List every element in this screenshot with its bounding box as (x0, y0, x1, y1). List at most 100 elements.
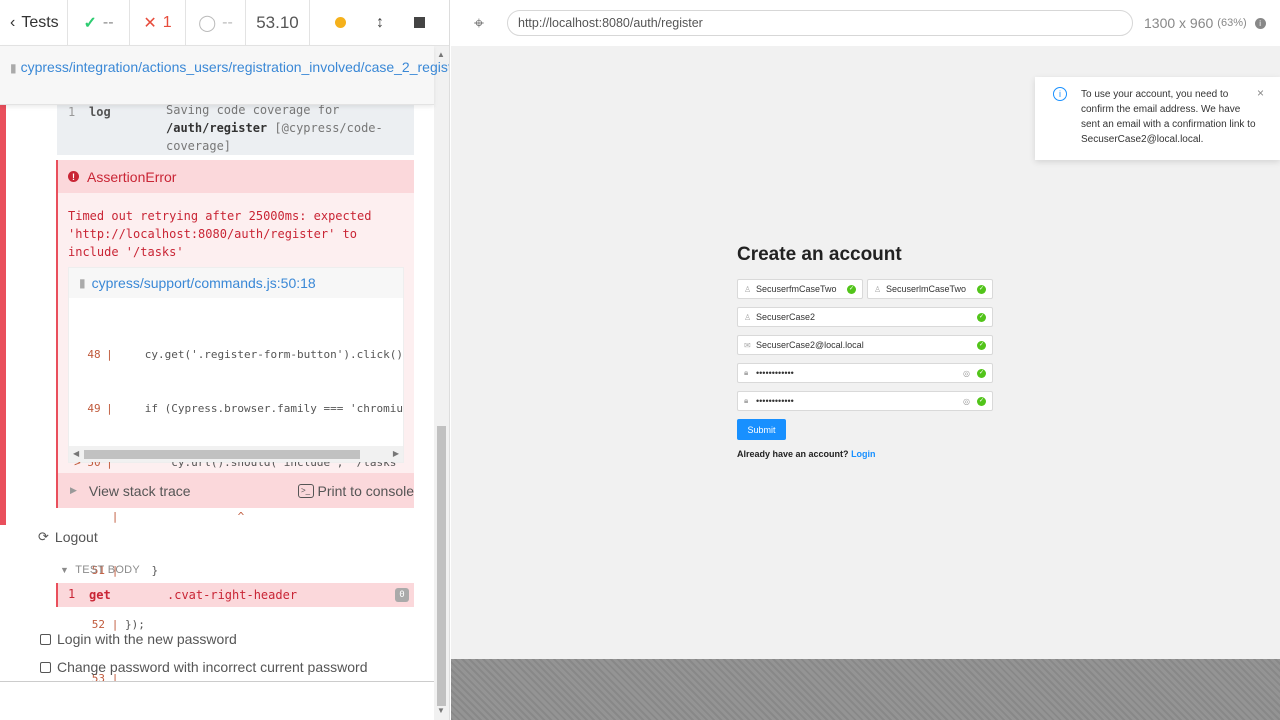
tests-back-button[interactable]: ‹ Tests (0, 0, 68, 46)
duration: 53.10 (246, 0, 310, 46)
command-message: .cvat-right-header (167, 588, 298, 602)
view-stack-trace-toggle[interactable]: ▶ View stack trace (70, 483, 191, 499)
register-form: Create an account ♙ SecuserfmCaseTwo ✓ ♙… (737, 244, 993, 459)
test-body-header[interactable]: ▼ TEST BODY (60, 564, 140, 576)
element-count-badge: 0 (395, 588, 409, 602)
spec-file-header: ▮ cypress/integration/actions_users/regis… (0, 46, 449, 105)
spec-path-link[interactable]: cypress/integration/actions_users/regist… (21, 59, 449, 75)
failed-count: ✕ 1 (130, 0, 186, 46)
command-log-row[interactable]: 1 log Saving code coverage for /auth/reg… (57, 105, 414, 155)
aut-header: ⌖ http://localhost:8080/auth/register 13… (451, 0, 1280, 46)
line-code: if (Cypress.browser.family === 'chromiu (118, 402, 403, 415)
pending-circle-icon: ◯ (198, 14, 217, 32)
test-title: Change password with incorrect current p… (57, 659, 368, 675)
first-name-field[interactable]: ♙ SecuserfmCaseTwo ✓ (737, 279, 863, 299)
stop-button[interactable] (414, 17, 425, 28)
login-link[interactable]: Login (851, 449, 876, 459)
logout-label: Logout (54, 529, 98, 545)
code-horizontal-scrollbar[interactable]: ◀ ▶ (69, 446, 403, 462)
check-circle-icon: ✓ (977, 312, 986, 322)
scrollbar-thumb[interactable] (84, 450, 360, 459)
aut-background-hatch (451, 659, 1280, 720)
username-value: SecuserCase2 (756, 312, 816, 322)
password-confirm-value: •••••••••••• (756, 396, 794, 406)
password-confirm-row: 🔒︎ •••••••••••• ◎ ✓ (737, 391, 993, 411)
test-body-label: TEST BODY (75, 564, 141, 576)
run-controls: ↕ (310, 0, 449, 46)
failed-value: 1 (162, 13, 172, 31)
eye-invisible-icon[interactable]: ◎ (963, 397, 970, 406)
tests-label: Tests (21, 13, 59, 31)
command-name: get (89, 588, 111, 602)
username-field[interactable]: ♙ SecuserCase2 ✓ (737, 307, 993, 327)
file-icon: ▮ (10, 61, 17, 75)
failed-test-indicator (0, 105, 6, 525)
password-field[interactable]: 🔒︎ •••••••••••• ◎ ✓ (737, 363, 993, 383)
print-to-console-label: Print to console (317, 482, 415, 499)
caret-right-icon: ▶ (70, 485, 77, 495)
chevron-left-icon: ‹ (10, 13, 16, 31)
hook-logout[interactable]: ⟳ Logout (38, 529, 98, 545)
scroll-left-icon[interactable]: ◀ (73, 449, 79, 458)
email-value: SecuserCase2@local.local (756, 340, 864, 350)
name-row: ♙ SecuserfmCaseTwo ✓ ♙ SecuserlmCaseTwo … (737, 279, 993, 299)
line-number: 49 (87, 402, 101, 415)
have-account-text: Already have an account? Login (737, 449, 876, 459)
code-line: 49 | if (Cypress.browser.family === 'chro… (69, 400, 403, 418)
x-icon: ✕ (143, 14, 157, 32)
error-footer: ▶ View stack trace >_ Print to console (58, 473, 414, 508)
selector-playground-button[interactable]: ⌖ (451, 0, 507, 46)
scroll-toggle-icon[interactable]: ↕ (376, 14, 384, 32)
user-icon: ♙ (744, 312, 752, 322)
notification-text: To use your account, you need to confirm… (1081, 89, 1256, 145)
eye-invisible-icon[interactable]: ◎ (963, 369, 970, 378)
pending-value: -- (222, 13, 233, 31)
scroll-right-icon[interactable]: ▶ (393, 449, 399, 458)
have-account-label: Already have an account? (737, 449, 849, 459)
error-title: AssertionError (87, 168, 177, 185)
user-icon: ♙ (744, 284, 752, 294)
close-icon[interactable]: × (1257, 86, 1264, 101)
email-field[interactable]: ✉ SecuserCase2@local.local ✓ (737, 335, 993, 355)
last-name-field[interactable]: ♙ SecuserlmCaseTwo ✓ (867, 279, 993, 299)
line-bar: | (106, 402, 113, 415)
info-circle-icon: i (1053, 87, 1067, 101)
first-name-value: SecuserfmCaseTwo (756, 284, 837, 294)
running-indicator-icon (335, 17, 346, 28)
msg-bold: /auth/register (166, 121, 268, 135)
test-item[interactable]: Login with the new password (40, 631, 237, 647)
crosshair-icon: ⌖ (473, 12, 485, 33)
command-name: log (89, 105, 111, 119)
command-message: Saving code coverage for /auth/register … (166, 105, 406, 155)
file-icon: ▮ (79, 276, 86, 290)
runnable-list: 1 log Saving code coverage for /auth/reg… (0, 105, 434, 681)
refresh-icon: ⟳ (38, 529, 49, 544)
command-log-row-get[interactable]: 1 get .cvat-right-header 0 (56, 583, 414, 607)
print-to-console-button[interactable]: >_ Print to console (297, 482, 415, 499)
line-number: 48 (87, 348, 101, 361)
password-value: •••••••••••• (756, 368, 794, 378)
test-title: Login with the new password (57, 631, 237, 647)
submit-button[interactable]: Submit (737, 419, 786, 440)
passed-count: ✓ -- (68, 0, 130, 46)
reporter-scrollbar[interactable]: ▲ ▼ (434, 46, 449, 720)
error-message: Timed out retrying after 25000ms: expect… (68, 209, 372, 259)
test-item[interactable]: Change password with incorrect current p… (40, 659, 367, 675)
password-confirm-field[interactable]: 🔒︎ •••••••••••• ◎ ✓ (737, 391, 993, 411)
checkbox-icon (40, 661, 51, 673)
viewport-scale: (63%) (1217, 17, 1247, 29)
aut-iframe: i To use your account, you need to confi… (451, 46, 1280, 659)
check-circle-icon: ✓ (977, 396, 986, 406)
code-frame-file-link[interactable]: cypress/support/commands.js:50:18 (92, 275, 316, 291)
check-circle-icon: ✓ (977, 340, 986, 350)
reporter-stats-bar: ‹ Tests ✓ -- ✕ 1 ◯ -- 53.10 ↕ (0, 0, 449, 46)
check-circle-icon: ✓ (977, 284, 986, 294)
error-icon: ! (68, 171, 79, 182)
scrollbar-thumb[interactable] (437, 426, 446, 706)
stack-trace-label: View stack trace (88, 482, 191, 499)
info-icon[interactable]: i (1254, 17, 1266, 29)
line-bar: | (111, 510, 119, 523)
url-bar[interactable]: http://localhost:8080/auth/register (507, 10, 1133, 36)
scroll-down-icon[interactable]: ▼ (437, 706, 445, 715)
code-frame-file[interactable]: ▮ cypress/support/commands.js:50:18 (69, 268, 403, 298)
